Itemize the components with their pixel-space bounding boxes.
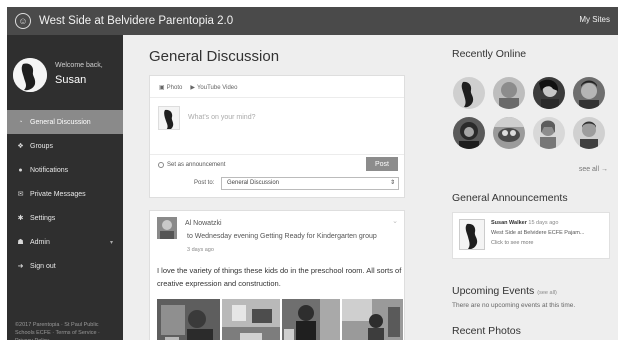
- upcoming-events-title: Upcoming Events (see all): [452, 285, 557, 297]
- post-author[interactable]: Al Nowatzki: [185, 220, 222, 227]
- sidebar-item-label: Notifications: [30, 166, 69, 174]
- post-photo[interactable]: [222, 299, 280, 340]
- sidebar-item-label: General Discussion: [30, 118, 91, 126]
- video-icon: ▶: [190, 85, 195, 91]
- post-photo[interactable]: [342, 299, 403, 340]
- chat-icon: ◔: [18, 118, 23, 126]
- recent-photos-title: Recent Photos: [452, 325, 521, 337]
- post-time: 3 days ago: [187, 247, 214, 253]
- sidebar-item-groups[interactable]: ❖ Groups: [7, 134, 123, 158]
- welcome-text: Welcome back,: [55, 62, 103, 69]
- main-content: General Discussion ▣ Photo ▶ YouTube Video…: [123, 35, 423, 340]
- see-all-online-link[interactable]: see all →: [579, 166, 608, 173]
- sidebar-item-private-messages[interactable]: ✉ Private Messages: [7, 182, 123, 206]
- post-body: I love the variety of things these kids …: [157, 266, 402, 288]
- envelope-icon: ✉: [17, 191, 24, 198]
- divider: [150, 154, 404, 155]
- page-title: General Discussion: [149, 48, 280, 65]
- gear-icon: ✱: [17, 215, 24, 222]
- chevron-down-icon: ▾: [109, 239, 113, 246]
- post-photos: [157, 299, 403, 340]
- post-photo[interactable]: [282, 299, 340, 340]
- site-logo-icon[interactable]: ☺: [15, 13, 31, 29]
- announcement-author[interactable]: Susan Walker: [491, 220, 527, 226]
- avatar[interactable]: [493, 117, 525, 149]
- sidebar-footer: ©2017 Parentopia · St Paul Public School…: [15, 322, 100, 340]
- announcement-link[interactable]: Click to see more: [491, 240, 534, 246]
- sidebar-nav: ◔ General Discussion ❖ Groups ● Notifica…: [7, 110, 123, 278]
- sidebar-item-admin[interactable]: ☗ Admin ▾: [7, 230, 123, 254]
- sidebar-item-label: Groups: [30, 142, 53, 150]
- post-photo[interactable]: [157, 299, 220, 340]
- tab-photo[interactable]: ▣ Photo: [159, 84, 182, 92]
- sidebar-item-notifications[interactable]: ● Notifications: [7, 158, 123, 182]
- my-sites-link[interactable]: My Sites: [579, 15, 610, 24]
- camera-icon: ▣: [159, 85, 165, 91]
- admin-icon: ☗: [17, 239, 24, 246]
- composer-tabs: ▣ Photo ▶ YouTube Video: [159, 84, 237, 92]
- feed-post: Al Nowatzki to Wednesday evening Getting…: [149, 210, 405, 340]
- post-to-label: Post to:: [194, 180, 215, 186]
- avatar[interactable]: [453, 117, 485, 149]
- sidebar-item-sign-out[interactable]: ➜ Sign out: [7, 254, 123, 278]
- user-block: Welcome back, Susan: [13, 54, 123, 104]
- post-context[interactable]: to Wednesday evening Getting Ready for K…: [187, 233, 377, 240]
- avatar: [158, 106, 180, 130]
- top-bar: ☺ West Side at Belvidere Parentopia 2.0 …: [7, 7, 618, 35]
- right-column: Recently Online see all → General Announ…: [445, 35, 618, 340]
- avatar[interactable]: [573, 77, 605, 109]
- post-input[interactable]: What's on your mind?: [188, 114, 255, 121]
- divider: [150, 97, 404, 98]
- avatar[interactable]: [573, 117, 605, 149]
- no-events-text: There are no upcoming events at this tim…: [452, 302, 576, 309]
- avatar: [459, 219, 485, 250]
- chevron-down-icon[interactable]: ⌄: [392, 217, 398, 225]
- sidebar-item-settings[interactable]: ✱ Settings: [7, 206, 123, 230]
- chevron-updown-icon: ⇕: [389, 180, 395, 186]
- app-window: ☺ West Side at Belvidere Parentopia 2.0 …: [7, 7, 618, 340]
- announcements-title: General Announcements: [452, 192, 568, 204]
- groups-icon: ❖: [17, 143, 24, 150]
- announcement-checkbox[interactable]: Set as announcement: [158, 162, 225, 168]
- sidebar-item-label: Private Messages: [30, 190, 86, 198]
- announcement-card[interactable]: Susan Walker 15 days ago West Side at Be…: [452, 212, 610, 259]
- avatar[interactable]: [157, 217, 177, 239]
- sidebar-item-label: Admin: [30, 238, 50, 246]
- bell-icon: ●: [18, 166, 23, 174]
- sidebar-item-label: Settings: [30, 214, 56, 222]
- avatar[interactable]: [533, 117, 565, 149]
- announcement-meta: Susan Walker 15 days ago: [491, 220, 558, 226]
- avatar[interactable]: [493, 77, 525, 109]
- site-title[interactable]: West Side at Belvidere Parentopia 2.0: [39, 15, 233, 27]
- avatar[interactable]: [533, 77, 565, 109]
- post-to-select[interactable]: General Discussion ⇕: [221, 177, 399, 190]
- tab-youtube-video[interactable]: ▶ YouTube Video: [190, 84, 237, 92]
- recently-online-title: Recently Online: [452, 48, 527, 60]
- username: Susan: [55, 74, 87, 86]
- post-composer: ▣ Photo ▶ YouTube Video What's on your min…: [149, 75, 405, 198]
- sidebar-item-general-discussion[interactable]: ◔ General Discussion: [7, 110, 123, 134]
- sidebar-item-label: Sign out: [30, 262, 56, 270]
- sidebar: Welcome back, Susan ◔ General Discussion…: [7, 35, 123, 340]
- announcement-time: 15 days ago: [528, 220, 559, 226]
- user-avatar[interactable]: [13, 58, 47, 92]
- announcement-preview: West Side at Belvidere ECFE Pajam...: [491, 230, 585, 236]
- post-button[interactable]: Post: [366, 157, 398, 171]
- checkbox-icon: [158, 162, 164, 168]
- see-all-events-link[interactable]: (see all): [537, 290, 557, 296]
- avatar[interactable]: [453, 77, 485, 109]
- signout-icon: ➜: [17, 263, 24, 270]
